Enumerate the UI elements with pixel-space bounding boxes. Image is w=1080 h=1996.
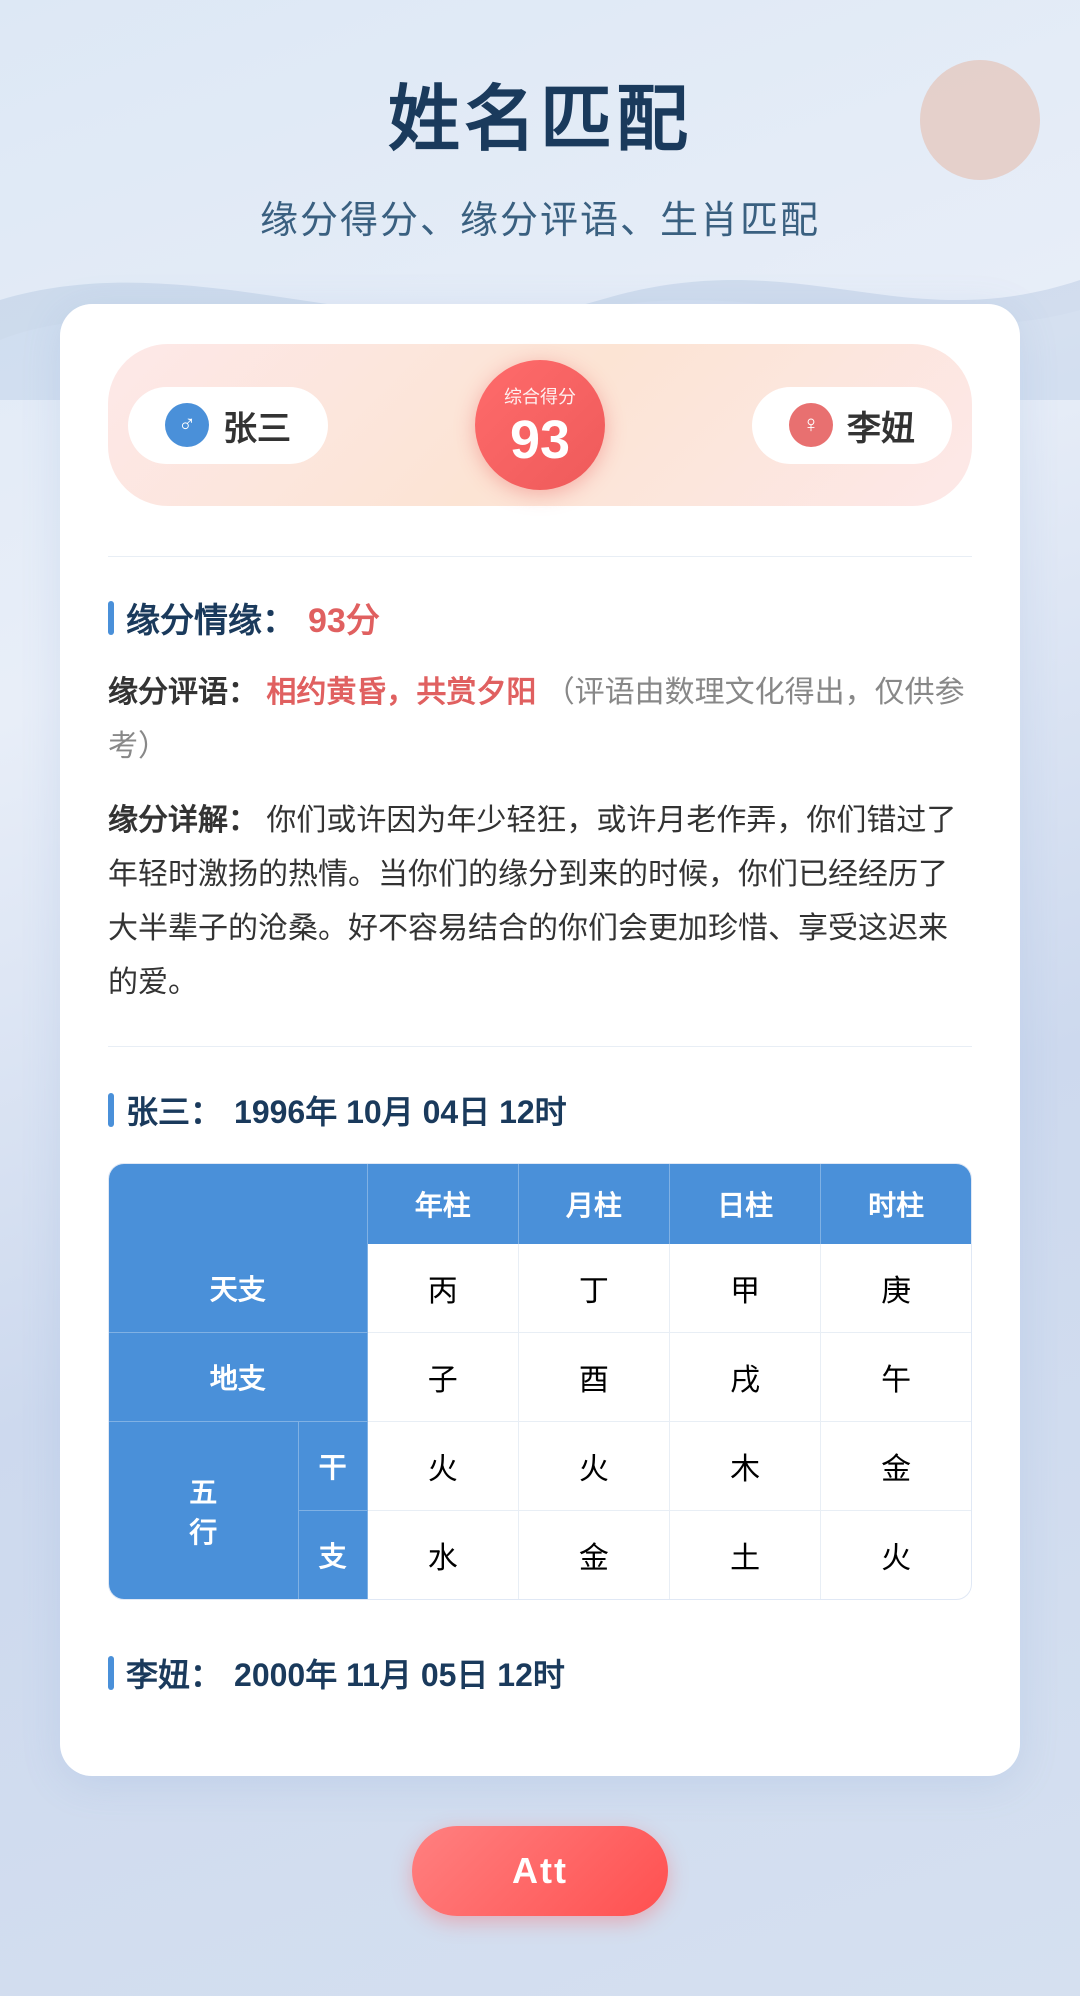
person2-section: 李妞： 2000年 11月 05日 12时 bbox=[108, 1650, 972, 1696]
score-circle: 综合得分 93 bbox=[475, 360, 605, 490]
section-bar-icon2 bbox=[108, 1093, 114, 1127]
cta-button[interactable]: Att bbox=[412, 1826, 668, 1916]
fate-detail: 缘分详解： 你们或许因为年少轻狂，或许月老作弄，你们错过了年轻时激扬的热情。当你… bbox=[108, 794, 972, 1010]
score-header: ♂ 张三 综合得分 93 ♀ 李妞 bbox=[108, 344, 972, 506]
section-bar-icon3 bbox=[108, 1656, 114, 1690]
bazi-table-wrapper: 年柱 月柱 日柱 时柱 天支 丙 丁 甲 庚 地支 子 酉 bbox=[108, 1163, 972, 1600]
page-subtitle: 缘分得分、缘分评语、生肖匹配 bbox=[60, 189, 1020, 244]
main-card: ♂ 张三 综合得分 93 ♀ 李妞 缘分情缘： 93分 缘分评语 bbox=[60, 304, 1020, 1776]
person1-bazi-section: 张三： 1996年 10月 04日 12时 年柱 月柱 日柱 bbox=[108, 1087, 972, 1600]
score-label: 综合得分 bbox=[504, 383, 576, 409]
person1-title-text: 张三： bbox=[126, 1087, 222, 1133]
bottom-button-area: Att bbox=[60, 1826, 1020, 1916]
section-bar-icon bbox=[108, 601, 114, 635]
person2-badge: ♀ 李妞 bbox=[752, 387, 952, 464]
fate-comment-red: 相约黄昏，共赏夕阳 bbox=[266, 676, 536, 709]
female-icon: ♀ bbox=[789, 403, 833, 447]
person2-title-text: 李妞： bbox=[126, 1650, 222, 1696]
person2-date-title: 李妞： 2000年 11月 05日 12时 bbox=[108, 1650, 972, 1696]
person2-date-text: 2000年 11月 05日 12时 bbox=[234, 1650, 565, 1696]
fate-section: 缘分情缘： 93分 缘分评语： 相约黄昏，共赏夕阳 （评语由数理文化得出，仅供参… bbox=[108, 593, 972, 1010]
fate-title: 缘分情缘： 93分 bbox=[108, 593, 972, 642]
person2-name: 李妞 bbox=[847, 401, 915, 450]
fate-comment: 缘分评语： 相约黄昏，共赏夕阳 （评语由数理文化得出，仅供参考） bbox=[108, 666, 972, 774]
page-title: 姓名匹配 bbox=[60, 60, 1020, 165]
person1-badge: ♂ 张三 bbox=[128, 387, 328, 464]
score-number: 93 bbox=[510, 413, 570, 467]
male-icon: ♂ bbox=[165, 403, 209, 447]
person1-date-text: 1996年 10月 04日 12时 bbox=[234, 1087, 567, 1133]
fate-score: 93分 bbox=[308, 593, 380, 642]
person1-date-title: 张三： 1996年 10月 04日 12时 bbox=[108, 1087, 972, 1133]
person1-name: 张三 bbox=[223, 401, 291, 450]
